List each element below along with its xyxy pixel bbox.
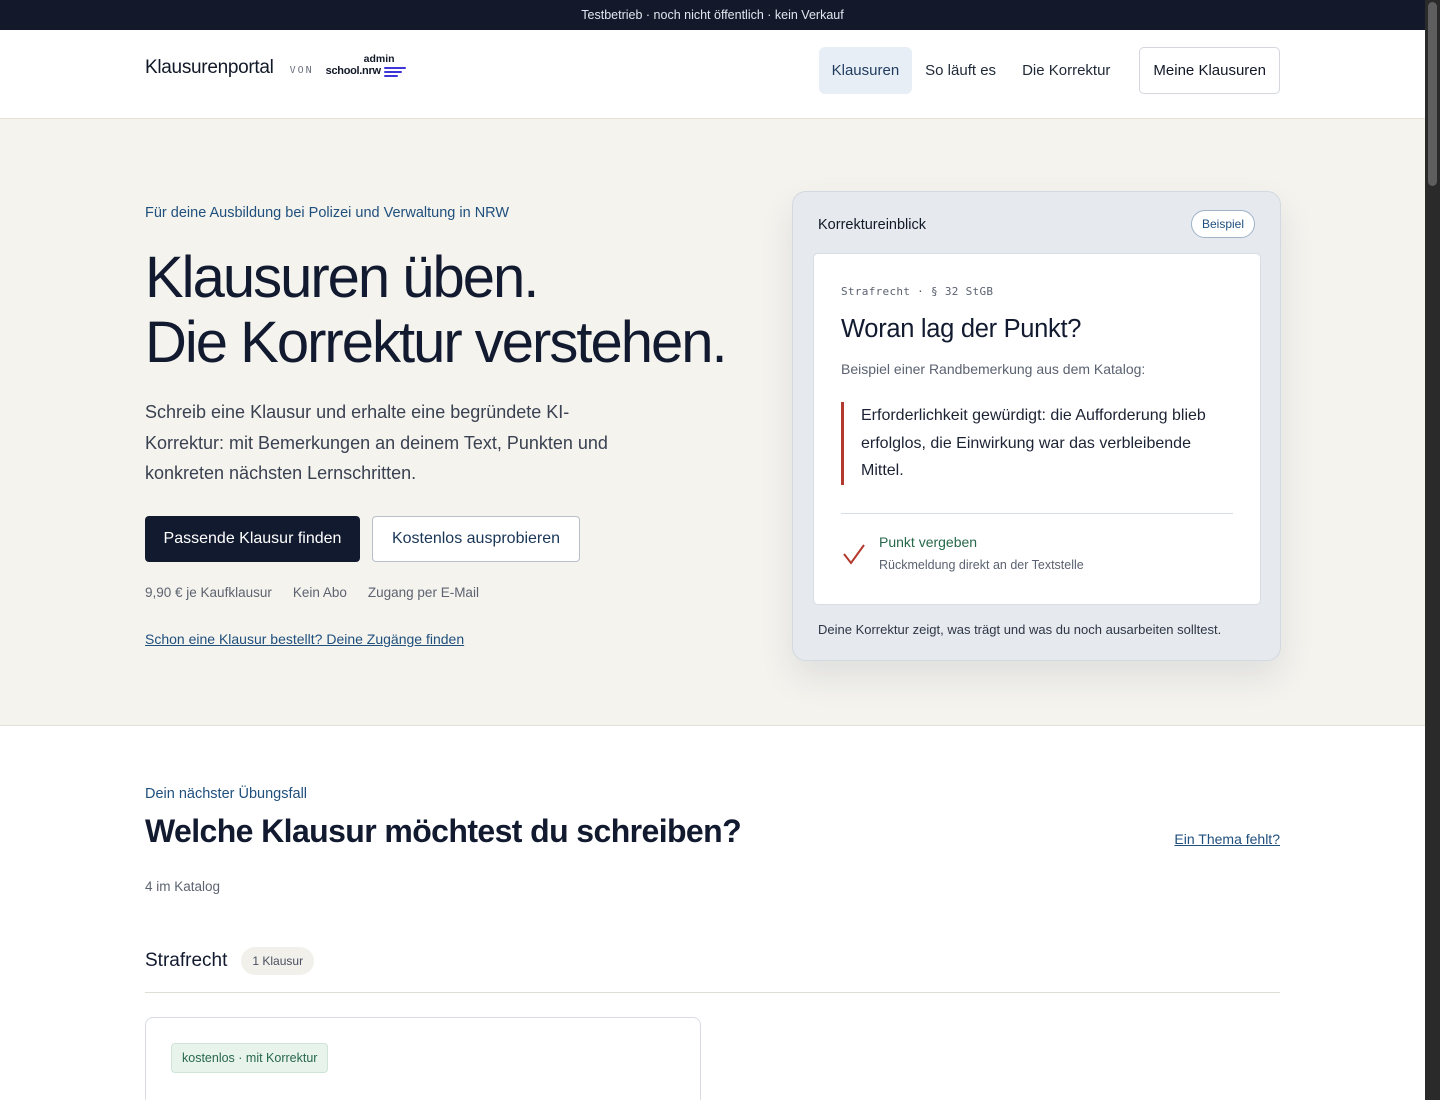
fact-email-access: Zugang per E-Mail [367, 585, 479, 600]
hero-eyebrow: Für deine Ausbildung bei Polizei und Ver… [145, 205, 510, 221]
exam-free-tag: kostenlos · mit Korrektur [171, 1043, 329, 1073]
main-nav: Klausuren So läuft es Die Korrektur Mein… [818, 47, 1280, 94]
subject-heading-strafrecht: Strafrecht 1 Klausur [145, 947, 315, 975]
catalog-section: Dein nächster Übungsfall Welche Klausur … [0, 726, 1425, 1100]
page-scrollbar[interactable] [1425, 0, 1440, 1100]
logo-text-top: admin [363, 53, 395, 65]
point-awarded-label: Punkt vergeben [879, 534, 978, 550]
catalog-eyebrow: Dein nächster Übungsfall [145, 786, 308, 802]
logo-text-bottom: school.nrw [325, 65, 381, 77]
point-awarded-sub: Rückmeldung direkt an der Textstelle [879, 558, 1084, 572]
hero-section: Für deine Ausbildung bei Polizei und Ver… [0, 119, 1425, 726]
test-mode-banner: Testbetrieb · noch nicht öffentlich · ke… [0, 0, 1425, 30]
correction-preview-card: Korrektureinblick Beispiel Strafrecht · … [792, 191, 1281, 661]
preview-card-footer: Deine Korrektur zeigt, was trägt und was… [818, 622, 1222, 637]
preview-meta: Strafrecht · § 32 StGB [841, 285, 994, 298]
preview-heading: Woran lag der Punkt? [841, 315, 1082, 343]
hero-title-line1: Klausuren üben. [145, 245, 539, 310]
example-badge: Beispiel [1190, 210, 1255, 238]
subject-count-badge: 1 Klausur [241, 947, 315, 975]
test-mode-notice: Testbetrieb · noch nicht öffentlich · ke… [581, 8, 844, 22]
brand-name[interactable]: Klausurenportal [145, 57, 274, 79]
catalog-count: 4 im Katalog [145, 879, 221, 894]
hero-title: Klausuren üben. Die Korrektur verstehen. [145, 245, 728, 375]
find-access-link[interactable]: Schon eine Klausur bestellt? Deine Zugän… [145, 631, 464, 647]
subject-name: Strafrecht [145, 950, 228, 971]
exam-card[interactable]: kostenlos · mit Korrektur [145, 1017, 701, 1100]
nav-die-korrektur[interactable]: Die Korrektur [1009, 47, 1123, 94]
fact-no-subscription: Kein Abo [292, 585, 347, 600]
brand-by-label: VON [289, 64, 314, 76]
catalog-title: Welche Klausur möchtest du schreiben? [145, 813, 742, 849]
preview-card-title: Korrektureinblick [818, 217, 926, 233]
fact-price: 9,90 € je Kaufklausur [145, 585, 272, 600]
missing-topic-link[interactable]: Ein Thema fehlt? [1174, 831, 1280, 847]
preview-subheading: Beispiel einer Randbemerkung aus dem Kat… [841, 361, 1146, 377]
scrollbar-thumb[interactable] [1428, 2, 1437, 186]
hero-title-line2: Die Korrektur verstehen. [145, 310, 728, 375]
logo-lines-icon [383, 67, 406, 79]
site-header: Klausurenportal VON admin school.nrw Kla… [0, 30, 1425, 119]
checkmark-icon [843, 544, 865, 565]
try-free-button[interactable]: Kostenlos ausprobieren [372, 516, 580, 562]
nav-klausuren[interactable]: Klausuren [818, 47, 913, 94]
preview-divider [841, 513, 1233, 514]
brand[interactable]: Klausurenportal VON admin school.nrw [145, 53, 408, 80]
my-exams-button[interactable]: Meine Klausuren [1139, 47, 1280, 94]
hero-lead: Schreib eine Klausur und erhalte eine be… [145, 402, 608, 483]
hero-facts: 9,90 € je Kaufklausur Kein Abo Zugang pe… [145, 585, 500, 600]
preview-inner-panel: Strafrecht · § 32 StGB Woran lag der Pun… [813, 253, 1261, 605]
find-exam-button[interactable]: Passende Klausur finden [145, 516, 360, 562]
margin-comment-quote: Erforderlichkeit gewürdigt: die Aufforde… [841, 402, 1221, 485]
subject-divider [145, 992, 1280, 993]
nav-so-laeuft-es[interactable]: So läuft es [912, 47, 1009, 94]
schooladmin-logo[interactable]: admin school.nrw [325, 53, 408, 80]
